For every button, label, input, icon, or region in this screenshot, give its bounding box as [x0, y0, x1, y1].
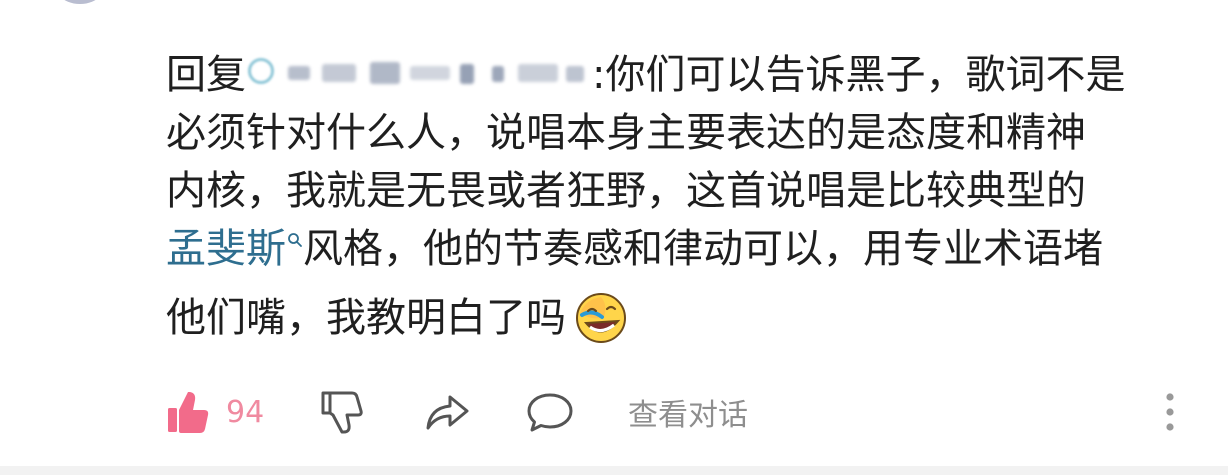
- search-icon[interactable]: [287, 232, 303, 248]
- like-button[interactable]: 94: [166, 384, 264, 440]
- censored-username[interactable]: [248, 54, 590, 94]
- share-button[interactable]: [424, 384, 470, 440]
- avatar[interactable]: [48, 0, 112, 4]
- share-arrow-icon: [426, 395, 469, 430]
- dislike-button[interactable]: [320, 384, 364, 440]
- thumbs-up-icon: [168, 392, 209, 433]
- comment-line-1: 回复 :你们可以告诉黑子，歌词不是: [166, 46, 1206, 104]
- thumbs-down-icon: [321, 391, 363, 434]
- comment-line-4: 孟斐斯 风格，他的节奏感和律动可以，用专业术语堵: [166, 220, 1206, 278]
- comment-line-1-text: :你们可以告诉黑子，歌词不是: [592, 52, 1126, 98]
- comment-bubble-icon: [527, 393, 573, 432]
- comment-action-bar: 94 查看对话: [0, 384, 1228, 440]
- comment-line-4-text: 风格，他的节奏感和律动可以，用专业术语堵: [303, 226, 1103, 272]
- comment-line-3: 内核，我就是无畏或者狂野，这首说唱是比较典型的: [166, 168, 1086, 214]
- reply-prefix: 回复: [166, 52, 246, 98]
- comment-line-2: 必须针对什么人，说唱本身主要表达的是态度和精神: [166, 110, 1086, 156]
- comment-line-5-text: 他们嘴，我教明白了吗: [166, 295, 566, 341]
- laughing-face-emoji-icon: [576, 293, 626, 343]
- divider: [0, 466, 1228, 475]
- reply-button[interactable]: [526, 384, 574, 440]
- view-conversation-link[interactable]: 查看对话: [628, 384, 748, 440]
- topic-link[interactable]: 孟斐斯: [166, 226, 286, 272]
- comment-text: 回复 :你们可以告诉黑子，歌词不是 必须针对什么人，说唱本身主要表达的是态度和精神…: [166, 46, 1206, 358]
- more-options-button[interactable]: [1158, 384, 1182, 440]
- more-vertical-icon: [1166, 393, 1174, 431]
- comment-line-5: 他们嘴，我教明白了吗: [166, 278, 1206, 358]
- like-count: 94: [226, 394, 265, 430]
